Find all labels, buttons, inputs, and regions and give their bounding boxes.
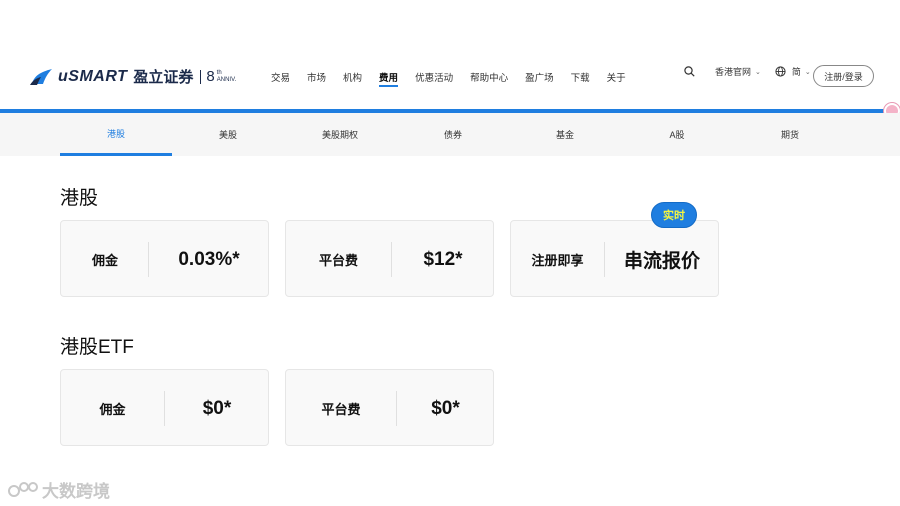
anniversary-mark: 8 th ANNIV. xyxy=(206,69,236,84)
tab-us-options[interactable]: 美股期权 xyxy=(284,113,396,156)
header-tools: 香港官网 ⌄ 简 ⌄ xyxy=(684,65,825,78)
nav-item-fees[interactable]: 费用 xyxy=(379,70,399,87)
fee-card-label: 平台费 xyxy=(318,253,358,268)
anniversary-suffix: th xyxy=(216,70,222,76)
tab-us-stocks[interactable]: 美股 xyxy=(172,113,284,156)
nav-item-market[interactable]: 市场 xyxy=(307,70,326,87)
tab-hk-stocks[interactable]: 港股 xyxy=(60,113,172,156)
anniversary-number: 8 xyxy=(206,68,215,85)
usmart-logo-icon xyxy=(30,68,54,86)
brand-logo[interactable]: uSMART 盈立证券 8 th ANNIV. xyxy=(30,66,236,87)
tab-futures[interactable]: 期货 xyxy=(734,113,846,156)
fee-card-value: $12* xyxy=(423,248,463,270)
site-select-label: 香港官网 xyxy=(715,67,752,77)
search-button[interactable] xyxy=(684,66,701,77)
logo-divider xyxy=(200,69,202,84)
fee-card-value: $0* xyxy=(431,397,460,419)
globe-icon xyxy=(775,66,786,77)
nav-item-about[interactable]: 关于 xyxy=(607,70,626,87)
main-nav: 交易 市场 机构 费用 优惠活动 帮助中心 盈广场 下载 关于 xyxy=(271,70,643,87)
market-tabs: 港股 美股 美股期权 债券 基金 A股 期货 xyxy=(0,113,900,156)
fee-card-etf-commission: 佣金 $0* xyxy=(60,369,269,446)
section-title-hk-stocks: 港股 xyxy=(60,188,99,209)
brand-name-cn: 盈立证券 xyxy=(133,69,194,86)
nav-item-institution[interactable]: 机构 xyxy=(343,70,362,87)
search-icon xyxy=(684,66,695,77)
watermark-logo-icon xyxy=(8,481,38,497)
site-select[interactable]: 香港官网 ⌄ xyxy=(715,65,761,78)
fee-card-label: 平台费 xyxy=(321,402,361,417)
tab-bonds[interactable]: 债券 xyxy=(397,113,509,156)
fee-card-label: 佣金 xyxy=(99,402,126,417)
realtime-badge: 实时 xyxy=(651,202,697,228)
watermark: 大数跨境 xyxy=(8,477,110,502)
tab-a-shares[interactable]: A股 xyxy=(621,113,733,156)
fee-card-value: 串流报价 xyxy=(623,251,700,272)
fee-card-value: 0.03%* xyxy=(178,248,240,270)
brand-name: uSMART xyxy=(58,67,128,85)
watermark-text: 大数跨境 xyxy=(42,482,110,501)
chevron-down-icon: ⌄ xyxy=(804,68,811,76)
fee-card-streaming-quotes: 注册即享 串流报价 xyxy=(510,220,719,297)
nav-item-square[interactable]: 盈广场 xyxy=(525,70,554,87)
anniversary-text: ANNIV. xyxy=(216,77,237,83)
nav-item-download[interactable]: 下载 xyxy=(571,70,590,87)
register-login-button[interactable]: 注册/登录 xyxy=(813,65,874,87)
fee-card-commission: 佣金 0.03%* xyxy=(60,220,269,297)
section-title-hk-etf: 港股ETF xyxy=(60,337,134,358)
site-header: uSMART 盈立证券 8 th ANNIV. 交易 市场 机构 费用 优惠活动… xyxy=(0,54,900,98)
language-select[interactable]: 简 ⌄ xyxy=(775,65,811,78)
fee-card-label: 注册即享 xyxy=(531,253,584,268)
chevron-down-icon: ⌄ xyxy=(755,68,761,76)
tab-funds[interactable]: 基金 xyxy=(509,113,621,156)
language-label: 简 xyxy=(791,67,801,77)
nav-item-promotions[interactable]: 优惠活动 xyxy=(415,70,453,87)
fee-card-value: $0* xyxy=(202,397,232,419)
fee-card-etf-platform-fee: 平台费 $0* xyxy=(285,369,494,446)
fee-card-platform-fee: 平台费 $12* xyxy=(285,220,494,297)
nav-item-help[interactable]: 帮助中心 xyxy=(470,70,508,87)
fee-card-label: 佣金 xyxy=(91,253,118,268)
nav-item-trade[interactable]: 交易 xyxy=(271,70,290,87)
